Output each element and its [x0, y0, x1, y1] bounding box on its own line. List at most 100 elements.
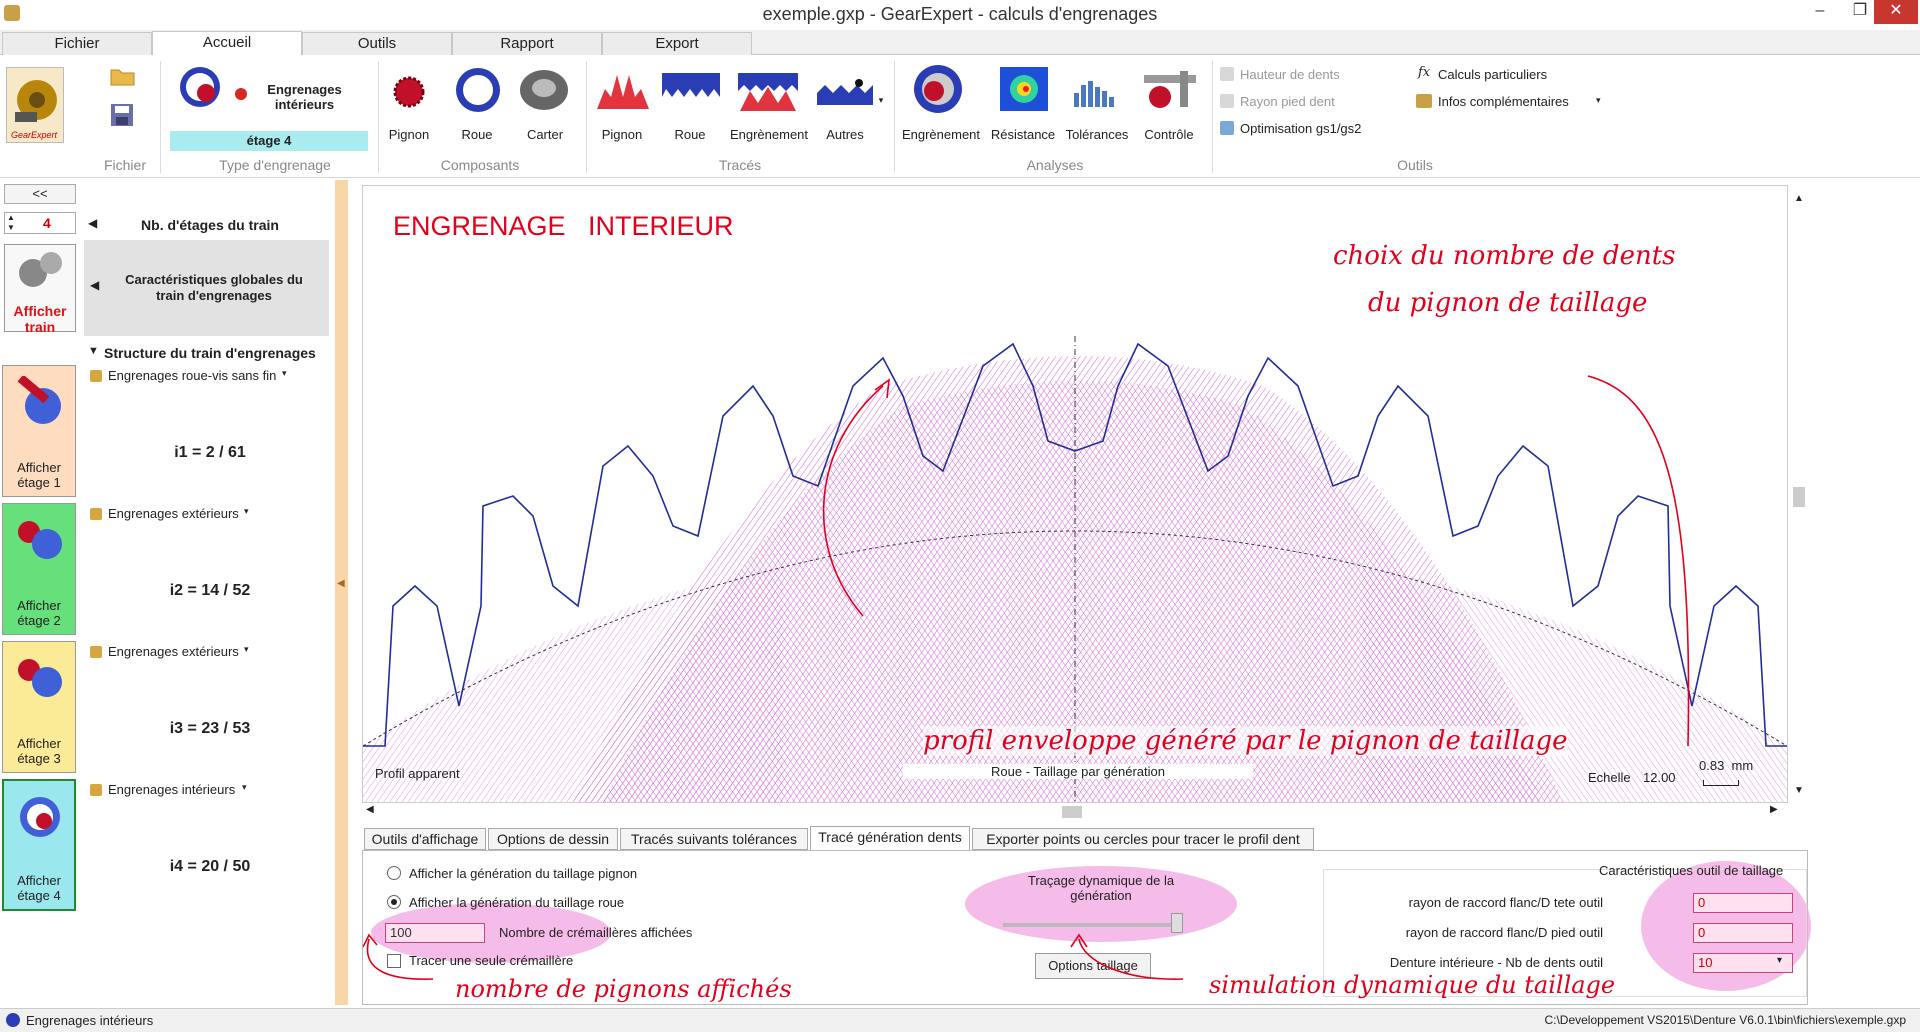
meshing-trace-label[interactable]: Engrènement	[724, 127, 814, 142]
pinion-component-icon[interactable]	[392, 75, 426, 109]
wheel-trace-icon[interactable]	[660, 69, 722, 109]
scale-label: Echelle	[1588, 770, 1631, 785]
wheel-component-label[interactable]: Roue	[452, 127, 502, 142]
stage-2-type-icon[interactable]	[90, 508, 102, 520]
info-icon[interactable]	[1416, 94, 1432, 108]
control-analysis-icon[interactable]	[1140, 67, 1200, 111]
tab-tooth-generation[interactable]: Tracé génération dents	[810, 826, 970, 851]
other-trace-label[interactable]: Autres	[820, 127, 870, 142]
generation-options-panel: Afficher la génération du taillage pigno…	[362, 850, 1811, 1005]
gearexpert-logo-icon[interactable]: GearExpert	[6, 67, 64, 143]
scroll-down-icon[interactable]: ▼	[1794, 785, 1804, 796]
meshing-trace-icon[interactable]	[736, 69, 800, 113]
stage-4-button[interactable]: Afficher étage 4	[2, 779, 76, 911]
tab-drawing-options[interactable]: Options de dessin	[488, 828, 618, 850]
wheel-trace-label[interactable]: Roue	[665, 127, 715, 142]
tab-display-tools[interactable]: Outils d'affichage	[364, 828, 486, 850]
stage-4-type-icon[interactable]	[90, 784, 102, 796]
splitter-arrow-icon[interactable]: ◀	[337, 578, 345, 589]
drawing-vertical-scrollbar[interactable]: ▲ ▼	[1790, 185, 1808, 803]
stage-1-type-dropdown-icon[interactable]: ▾	[282, 368, 287, 379]
stage-1-type[interactable]: Engrenages roue-vis sans fin	[108, 368, 276, 383]
optimization-label[interactable]: Optimisation gs1/gs2	[1240, 121, 1361, 136]
scroll-up-icon[interactable]: ▲	[1794, 193, 1804, 204]
control-analysis-label[interactable]: Contrôle	[1136, 127, 1202, 142]
other-trace-icon[interactable]	[815, 77, 875, 107]
group-label-composants: Composants	[440, 157, 520, 173]
global-chars-arrow-icon[interactable]: ◀	[90, 278, 99, 292]
group-label-fichier: Fichier	[103, 157, 146, 173]
panel-splitter[interactable]: ◀	[335, 180, 348, 1005]
global-chars-panel[interactable]: ◀ Caractéristiques globales du train d'e…	[84, 240, 329, 336]
stage-4-type[interactable]: Engrenages intérieurs	[108, 782, 235, 797]
structure-expand-icon[interactable]: ▼	[88, 345, 99, 357]
scroll-right-icon[interactable]: ▶	[1770, 804, 1778, 815]
tab-fichier[interactable]: Fichier	[2, 32, 152, 55]
tab-tolerance-traces[interactable]: Tracés suivants tolérances	[620, 828, 808, 850]
tab-export[interactable]: Export	[602, 32, 752, 55]
horizontal-scroll-thumb[interactable]	[1062, 806, 1082, 818]
stage-3-type-icon[interactable]	[90, 646, 102, 658]
tolerances-analysis-label[interactable]: Tolérances	[1060, 127, 1134, 142]
tab-accueil[interactable]: Accueil	[152, 31, 302, 55]
root-radius-icon[interactable]	[1220, 94, 1234, 108]
show-train-button[interactable]: Afficher train	[4, 244, 76, 335]
root-radius-label[interactable]: Rayon pied dent	[1240, 94, 1335, 109]
stage-2-button[interactable]: Afficher étage 2	[2, 503, 76, 635]
collapse-button[interactable]: <<	[4, 184, 76, 204]
pinion-component-label[interactable]: Pignon	[384, 127, 434, 142]
scroll-left-icon[interactable]: ◀	[366, 804, 374, 815]
save-icon[interactable]	[110, 103, 134, 127]
tab-outils[interactable]: Outils	[302, 32, 452, 55]
stage-4-type-dropdown-icon[interactable]: ▾	[242, 782, 247, 793]
spinner-arrows-icon[interactable]: ▲ ▼	[7, 213, 15, 233]
group-label-traces: Tracés	[718, 157, 762, 173]
gear-type-label: Engrenages intérieurs	[267, 82, 342, 112]
resistance-analysis-icon[interactable]	[1000, 67, 1048, 111]
stage-3-type-dropdown-icon[interactable]: ▾	[244, 644, 249, 655]
profile-label: Profil apparent	[375, 766, 460, 781]
pinion-trace-label[interactable]: Pignon	[597, 127, 647, 142]
stage-3-type[interactable]: Engrenages extérieurs	[108, 644, 239, 659]
nb-stages-value[interactable]: 4	[43, 215, 51, 231]
stages-arrow-icon[interactable]: ◀	[88, 216, 97, 230]
resistance-analysis-label[interactable]: Résistance	[988, 127, 1058, 142]
housing-component-label[interactable]: Carter	[520, 127, 570, 142]
extra-info-dropdown-icon[interactable]: ▾	[1596, 95, 1601, 106]
ribbon-tabs: Fichier Accueil Outils Rapport Export	[0, 30, 1920, 55]
stage-1-button[interactable]: Afficher étage 1	[2, 365, 76, 497]
stage-1-ratio: i1 = 2 / 61	[174, 444, 246, 461]
stage-1-type-icon[interactable]	[90, 370, 102, 382]
tooth-height-label[interactable]: Hauteur de dents	[1240, 67, 1340, 82]
stage-3-button[interactable]: Afficher étage 3	[2, 641, 76, 773]
minimize-button[interactable]: –	[1800, 0, 1840, 24]
optimization-icon[interactable]	[1220, 121, 1234, 135]
meshing-analysis-icon[interactable]	[910, 63, 966, 115]
internal-gear-icon[interactable]	[170, 65, 230, 109]
other-trace-dropdown-icon[interactable]: ▾	[876, 95, 886, 106]
tooth-height-icon[interactable]	[1220, 67, 1234, 81]
stage-2-type[interactable]: Engrenages extérieurs	[108, 506, 239, 521]
meshing-analysis-label[interactable]: Engrènement	[896, 127, 986, 142]
drawing-horizontal-scrollbar[interactable]: ◀ ▶	[362, 803, 1788, 821]
gear-drawing-canvas[interactable]: ENGRENAGE INTERIEUR choix du nombre de d…	[362, 185, 1788, 803]
status-left-text: Engrenages intérieurs	[26, 1013, 154, 1028]
tolerances-analysis-icon[interactable]	[1072, 75, 1120, 109]
pinion-trace-icon[interactable]	[595, 69, 651, 113]
tab-rapport[interactable]: Rapport	[452, 32, 602, 55]
special-calcs-label[interactable]: Calculs particuliers	[1438, 67, 1547, 82]
stage-2-type-dropdown-icon[interactable]: ▾	[244, 506, 249, 517]
extra-info-label[interactable]: Infos complémentaires	[1438, 94, 1569, 109]
worm-gear-icon	[17, 376, 61, 424]
tab-export-points[interactable]: Exporter points ou cercles pour tracer l…	[972, 828, 1314, 850]
drawing-title: ENGRENAGE INTERIEUR	[393, 211, 734, 241]
wheel-component-icon[interactable]	[450, 65, 506, 115]
stage-2-ratio: i2 = 14 / 52	[169, 582, 251, 599]
nb-stages-spinner[interactable]: ▲ ▼ 4	[4, 212, 76, 234]
close-button[interactable]: ✕	[1874, 0, 1918, 24]
fx-icon[interactable]: 𝑓x	[1418, 65, 1430, 80]
scale-value: 12.00	[1643, 770, 1676, 785]
vertical-scroll-thumb[interactable]	[1793, 487, 1805, 507]
housing-component-icon[interactable]	[516, 65, 572, 115]
open-folder-icon[interactable]	[110, 65, 136, 87]
